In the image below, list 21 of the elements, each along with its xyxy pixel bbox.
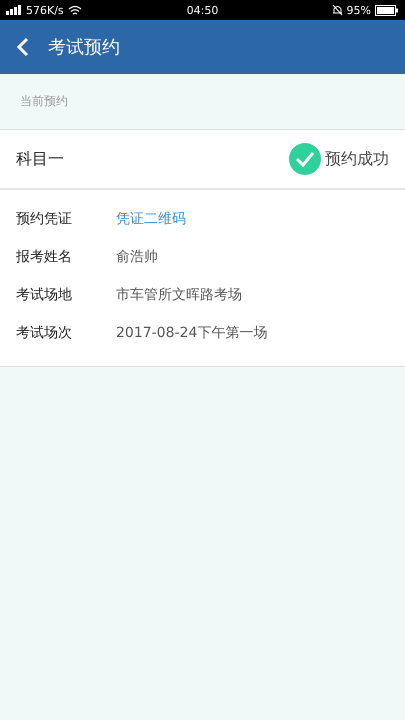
- battery-icon: [374, 4, 399, 16]
- page-title: 考试预约: [48, 36, 120, 59]
- wifi-icon: [68, 4, 82, 16]
- back-icon[interactable]: [16, 37, 30, 57]
- detail-value: 俞浩帅: [116, 248, 158, 266]
- clock: 04:50: [186, 4, 218, 16]
- detail-label: 预约凭证: [16, 210, 73, 228]
- detail-label: 考试场地: [16, 286, 73, 304]
- bell-icon: [332, 4, 343, 16]
- battery-percent: 95%: [346, 4, 371, 16]
- detail-value: 2017-08-24下午第一场: [116, 324, 268, 342]
- subject-name: 科目一: [16, 148, 64, 170]
- check-icon: [289, 143, 321, 175]
- status-text: 预约成功: [325, 148, 389, 170]
- qr-code-link[interactable]: 凭证二维码: [116, 210, 186, 228]
- network-speed: 576K/s: [26, 4, 64, 16]
- detail-value: 市车管所文晖路考场: [116, 286, 242, 304]
- detail-label: 报考姓名: [16, 248, 73, 266]
- section-label: 当前预约: [20, 93, 68, 110]
- signal-icon: [6, 5, 22, 15]
- detail-label: 考试场次: [16, 324, 73, 342]
